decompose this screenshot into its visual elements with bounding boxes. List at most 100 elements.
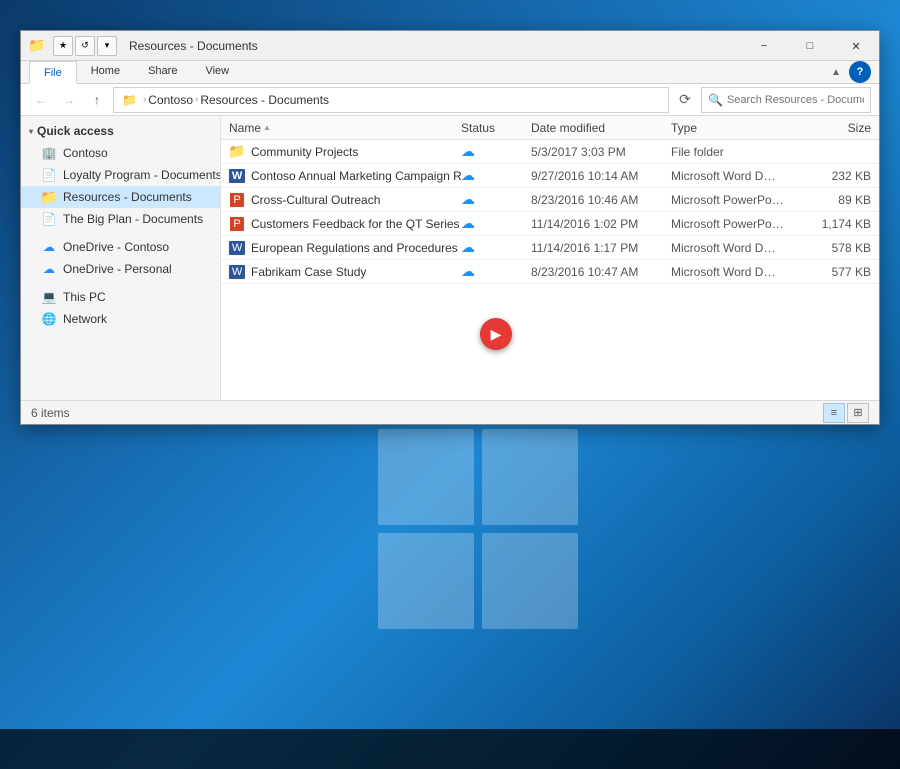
folder-small-icon: 📁 [122,93,137,107]
cloud-sync-icon: ☁ [461,167,475,183]
explorer-window: 📁 ★ ↺ ▾ Resources - Documents − □ ✕ File… [20,30,880,425]
sidebar-item-network[interactable]: 🌐 Network [21,308,220,330]
list-view-button[interactable]: ≡ [823,403,845,423]
sidebar-network-label: Network [63,312,107,326]
sidebar-item-onedrive-personal[interactable]: ☁ OneDrive - Personal [21,258,220,280]
file-modified-contoso-report: 9/27/2016 10:14 AM [531,169,671,183]
taskbar[interactable] [0,729,900,769]
sidebar-item-onedrive-contoso[interactable]: ☁ OneDrive - Contoso [21,236,220,258]
details-view-button[interactable]: ⊞ [847,403,869,423]
ribbon-collapse-button[interactable]: ▲ [827,63,845,81]
col-header-size[interactable]: Size [801,121,871,135]
file-type-customers-feedback: Microsoft PowerPo… [671,217,801,231]
col-header-status[interactable]: Status [461,121,531,135]
file-name-european-regs: W European Regulations and Procedures [229,240,461,256]
file-modified-community: 5/3/2017 3:03 PM [531,145,671,159]
ribbon-expand: ▲ ? [827,61,879,83]
file-status-fabrikam: ☁ [461,263,531,280]
word-doc-icon: W [229,168,245,184]
ppt-doc-icon2: P [229,216,245,232]
table-row[interactable]: W Fabrikam Case Study ☁ 8/23/2016 10:47 … [221,260,879,284]
table-row[interactable]: P Cross-Cultural Outreach ☁ 8/23/2016 10… [221,188,879,212]
folder-file-icon: 📁 [229,144,245,160]
file-name-fabrikam: W Fabrikam Case Study [229,264,461,280]
undo-btn[interactable]: ↺ [75,36,95,56]
table-row[interactable]: W Contoso Annual Marketing Campaign Repo… [221,164,879,188]
path-contoso[interactable]: Contoso [148,93,193,107]
title-bar: 📁 ★ ↺ ▾ Resources - Documents − □ ✕ [21,31,879,61]
sidebar-thispc-label: This PC [63,290,106,304]
cloud-sync-icon: ☁ [461,263,475,279]
sidebar-bigplan-label: The Big Plan - Documents [63,212,203,226]
sidebar-onedrive-personal-label: OneDrive - Personal [63,262,172,276]
sidebar-resources-label: Resources - Documents [63,190,192,204]
col-header-name[interactable]: Name ▲ [229,121,461,135]
tab-home[interactable]: Home [77,61,134,83]
bigplan-icon: 📄 [41,211,57,227]
cursor-arrow-icon: ▶ [491,326,502,343]
file-size-contoso-report: 232 KB [801,169,871,183]
window-title: Resources - Documents [129,39,258,53]
ribbon: File Home Share View ▲ ? [21,61,879,84]
folder-icon: 📁 [29,38,45,54]
quick-access-header[interactable]: ▾ Quick access [21,120,220,142]
search-box[interactable]: 🔍 [701,87,871,113]
sidebar-item-resources[interactable]: 📁 Resources - Documents [21,186,220,208]
sidebar-item-contoso[interactable]: 🏢 Contoso [21,142,220,164]
file-type-community: File folder [671,145,801,159]
minimize-button[interactable]: − [741,31,787,61]
search-icon: 🔍 [708,93,723,107]
window-controls: − □ ✕ [741,31,879,60]
address-path[interactable]: 📁 › Contoso › Resources - Documents [113,87,669,113]
maximize-button[interactable]: □ [787,31,833,61]
file-size-fabrikam: 577 KB [801,265,871,279]
windows-logo [378,429,618,669]
tab-view[interactable]: View [191,61,243,83]
help-button[interactable]: ? [849,61,871,83]
sidebar-item-bigplan[interactable]: 📄 The Big Plan - Documents [21,208,220,230]
col-header-type[interactable]: Type [671,121,801,135]
close-button[interactable]: ✕ [833,31,879,61]
table-row[interactable]: P Customers Feedback for the QT Series ☁… [221,212,879,236]
back-button[interactable]: ← [29,88,53,112]
file-status-contoso-report: ☁ [461,167,531,184]
sidebar-loyalty-label: Loyalty Program - Documents [63,168,220,182]
search-input[interactable] [727,94,864,106]
sidebar-onedrive-contoso-label: OneDrive - Contoso [63,240,169,254]
file-type-contoso-report: Microsoft Word D… [671,169,801,183]
thispc-icon: 💻 [41,289,57,305]
file-size-cross-cultural: 89 KB [801,193,871,207]
tab-share[interactable]: Share [134,61,191,83]
word-doc-icon2: W [229,240,245,256]
view-controls: ≡ ⊞ [823,403,869,423]
sidebar: ▾ Quick access 🏢 Contoso 📄 Loyalty Progr… [21,116,221,400]
file-list: Name ▲ Status Date modified Type Size [221,116,879,400]
refresh-button[interactable]: ⟳ [673,88,697,112]
file-status-european-regs: ☁ [461,239,531,256]
sidebar-item-thispc[interactable]: 💻 This PC [21,286,220,308]
cloud-sync-icon: ☁ [461,191,475,207]
quick-dropdown-btn[interactable]: ▾ [97,36,117,56]
ribbon-tabs: File Home Share View ▲ ? [21,61,879,83]
file-type-cross-cultural: Microsoft PowerPo… [671,193,801,207]
up-button[interactable]: ↑ [85,88,109,112]
chevron-down-icon: ▾ [29,127,33,136]
table-row[interactable]: W European Regulations and Procedures ☁ … [221,236,879,260]
loyalty-icon: 📄 [41,167,57,183]
file-type-fabrikam: Microsoft Word D… [671,265,801,279]
cursor-overlay: ▶ [480,318,512,350]
sidebar-item-loyalty[interactable]: 📄 Loyalty Program - Documents [21,164,220,186]
tab-file[interactable]: File [29,61,77,84]
sort-arrow-icon: ▲ [263,123,271,132]
quick-access-label: Quick access [37,124,114,138]
quick-access-pin[interactable]: ★ [53,36,73,56]
file-name-cross-cultural: P Cross-Cultural Outreach [229,192,461,208]
table-row[interactable]: 📁 Community Projects ☁ 5/3/2017 3:03 PM … [221,140,879,164]
sidebar-contoso-label: Contoso [63,146,108,160]
file-type-european-regs: Microsoft Word D… [671,241,801,255]
file-modified-fabrikam: 8/23/2016 10:47 AM [531,265,671,279]
file-size-customers-feedback: 1,174 KB [801,217,871,231]
forward-button[interactable]: → [57,88,81,112]
col-header-modified[interactable]: Date modified [531,121,671,135]
path-resources[interactable]: Resources - Documents [200,93,329,107]
